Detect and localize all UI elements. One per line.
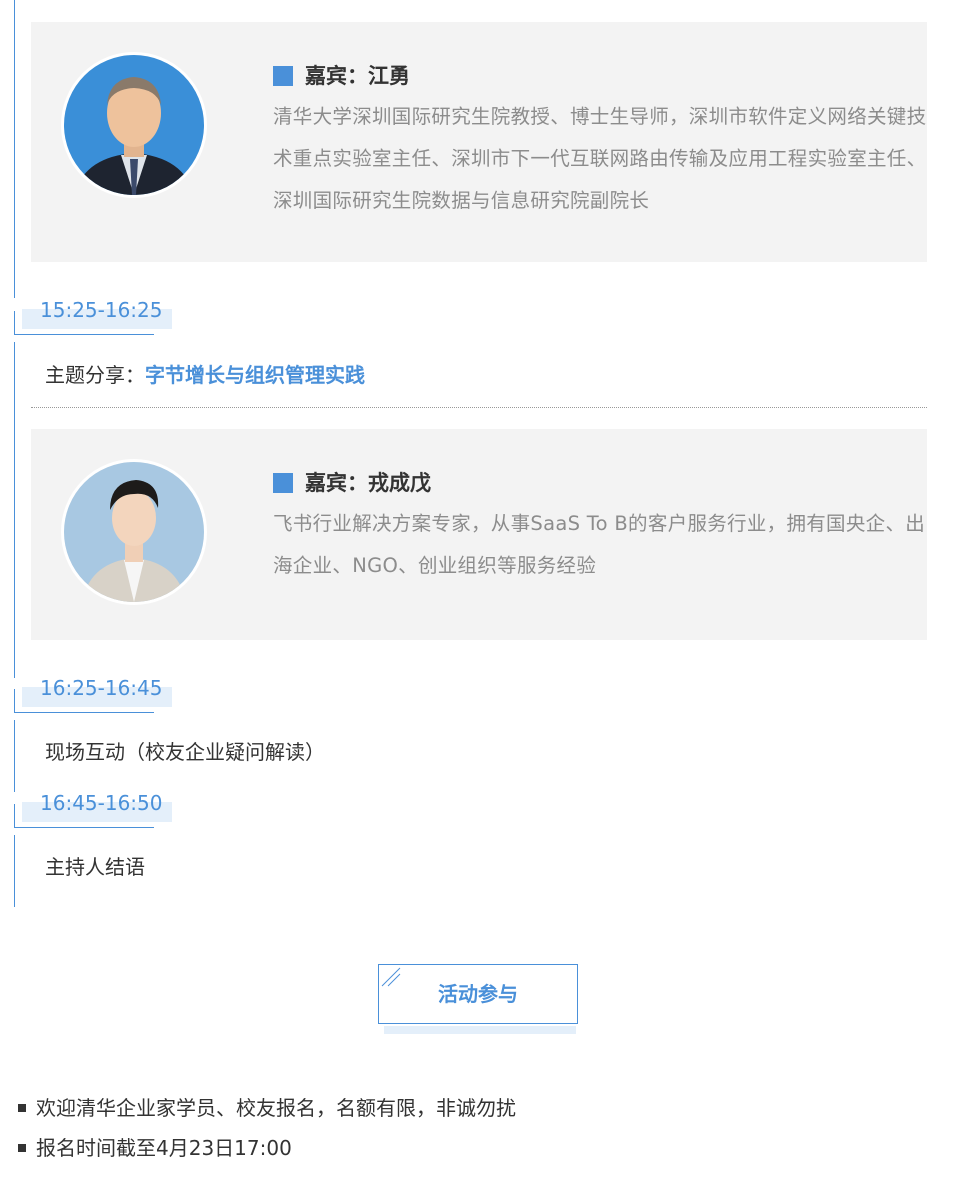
timeline-line xyxy=(14,0,15,298)
guest-name: 嘉宾：戎成戊 xyxy=(305,471,431,495)
join-activity-button[interactable]: 活动参与 xyxy=(378,964,578,1034)
agenda-time-badge: 15:25-16:25 xyxy=(14,297,172,335)
timeline-line xyxy=(14,720,15,792)
timeline-line xyxy=(14,342,15,678)
agenda-item: 现场互动（校友企业疑问解读） xyxy=(45,740,325,764)
agenda-time-badge: 16:45-16:50 xyxy=(14,790,172,828)
square-bullet-icon xyxy=(273,66,293,86)
agenda-topic-title: 字节增长与组织管理实践 xyxy=(145,363,365,387)
guest-card-rong-chengwu: 嘉宾：戎成戊 飞书行业解决方案专家，从事SaaS To B的客户服务行业，拥有国… xyxy=(31,429,927,640)
note-text: 报名时间截至4月23日17:00 xyxy=(36,1136,292,1160)
note-item: 欢迎清华企业家学员、校友报名，名额有限，非诚勿扰 xyxy=(18,1092,516,1132)
square-bullet-icon xyxy=(18,1144,26,1152)
agenda-item: 主持人结语 xyxy=(45,855,145,879)
square-bullet-icon xyxy=(273,473,293,493)
guest-card-jiang-yong: 嘉宾：江勇 清华大学深圳国际研究生院教授、博士生导师，深圳市软件定义网络关键技术… xyxy=(31,22,927,262)
agenda-time-badge: 16:25-16:45 xyxy=(14,675,172,713)
guest-name: 嘉宾：江勇 xyxy=(305,64,410,88)
timeline-line xyxy=(14,835,15,907)
button-shadow xyxy=(384,1026,576,1034)
square-bullet-icon xyxy=(18,1104,26,1112)
guest-avatar xyxy=(61,52,207,198)
divider xyxy=(31,407,927,408)
agenda-time: 16:45-16:50 xyxy=(40,791,163,815)
agenda-topic-prefix: 主题分享： xyxy=(45,363,145,387)
guest-avatar xyxy=(61,459,207,605)
guest-description: 飞书行业解决方案专家，从事SaaS To B的客户服务行业，拥有国央企、出海企业… xyxy=(273,512,926,577)
join-activity-label: 活动参与 xyxy=(438,982,518,1006)
note-text: 欢迎清华企业家学员、校友报名，名额有限，非诚勿扰 xyxy=(36,1096,516,1120)
notes-list: 欢迎清华企业家学员、校友报名，名额有限，非诚勿扰 报名时间截至4月23日17:0… xyxy=(18,1092,516,1172)
guest-title: 嘉宾：江勇 xyxy=(273,60,410,90)
agenda-time: 15:25-16:25 xyxy=(40,298,163,322)
agenda-topic: 主题分享：字节增长与组织管理实践 xyxy=(45,359,365,388)
note-item: 报名时间截至4月23日17:00 xyxy=(18,1132,516,1172)
guest-title: 嘉宾：戎成戊 xyxy=(273,467,431,497)
agenda-time: 16:25-16:45 xyxy=(40,676,163,700)
guest-description: 清华大学深圳国际研究生院教授、博士生导师，深圳市软件定义网络关键技术重点实验室主… xyxy=(273,105,927,212)
